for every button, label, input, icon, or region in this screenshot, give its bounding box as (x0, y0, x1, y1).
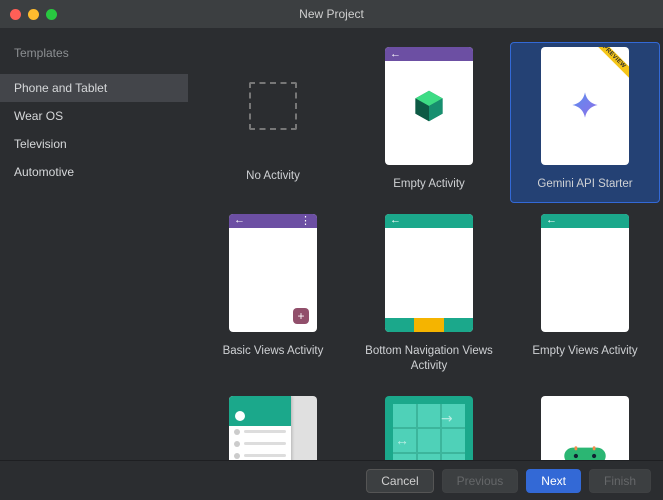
sidebar-item-phone-and-tablet[interactable]: Phone and Tablet (0, 74, 188, 102)
minimize-window-button[interactable] (28, 9, 39, 20)
cancel-button[interactable]: Cancel (366, 469, 433, 493)
sidebar-item-television[interactable]: Television (0, 130, 188, 158)
sidebar-item-label: Phone and Tablet (14, 81, 107, 95)
template-thumbnail: ↔ ↗ (385, 396, 473, 460)
close-window-button[interactable] (10, 9, 21, 20)
gemini-star-icon (571, 91, 599, 119)
app-bar-icon: ←⋮ (229, 214, 317, 228)
previous-button: Previous (442, 469, 519, 493)
sidebar-header: Templates (0, 38, 188, 74)
sidebar: Templates Phone and Tablet Wear OS Telev… (0, 28, 188, 460)
template-label: Empty Views Activity (515, 340, 655, 365)
app-bar-icon: ← (385, 47, 473, 61)
avatar-icon (235, 411, 245, 421)
back-arrow-icon: ← (546, 215, 556, 226)
template-thumbnail: PREVIEW (541, 47, 629, 165)
empty-placeholder-icon (249, 82, 297, 130)
template-game-activity[interactable] (510, 391, 660, 460)
template-thumbnail: ← (385, 47, 473, 165)
template-thumbnail: ← (541, 214, 629, 332)
template-thumbnail: ←⋮ + (229, 214, 317, 332)
wizard-footer: Cancel Previous Next Finish (0, 460, 663, 500)
template-label: Basic Views Activity (203, 340, 343, 365)
template-empty-views-activity[interactable]: ← Empty Views Activity (510, 209, 660, 385)
fab-icon: + (293, 308, 309, 324)
overflow-menu-icon: ⋮ (300, 214, 312, 227)
compose-cube-icon (412, 89, 446, 123)
window-title: New Project (0, 7, 663, 21)
sidebar-item-automotive[interactable]: Automotive (0, 158, 188, 186)
window-controls (0, 9, 57, 20)
sidebar-item-label: Wear OS (14, 109, 63, 123)
sidebar-item-label: Automotive (14, 165, 74, 179)
template-bottom-navigation-views-activity[interactable]: ← Bottom Navigation Views Activity (354, 209, 504, 385)
bottom-nav-icon (385, 318, 473, 332)
back-arrow-icon: ← (234, 215, 244, 226)
drawer-header-icon (229, 396, 291, 426)
template-thumbnail: ← (385, 214, 473, 332)
template-basic-views-activity[interactable]: ←⋮ + Basic Views Activity (198, 209, 348, 385)
next-button[interactable]: Next (526, 469, 581, 493)
sidebar-item-label: Television (14, 137, 67, 151)
template-thumbnail (203, 47, 343, 165)
preview-badge: PREVIEW (588, 47, 629, 83)
zoom-window-button[interactable] (46, 9, 57, 20)
app-bar-icon: ← (385, 214, 473, 228)
app-bar-icon: ← (541, 214, 629, 228)
back-arrow-icon: ← (390, 215, 400, 226)
responsive-grid-icon: ↔ ↗ (393, 404, 465, 460)
template-label: Bottom Navigation Views Activity (359, 340, 499, 380)
arrow-left-icon: ↔ (395, 432, 409, 448)
template-empty-activity[interactable]: ← Empty Activity (354, 42, 504, 203)
back-arrow-icon: ← (390, 49, 400, 60)
sidebar-item-wear-os[interactable]: Wear OS (0, 102, 188, 130)
titlebar: New Project (0, 0, 663, 28)
template-gallery: No Activity ← Empty Activity (188, 28, 663, 460)
template-gemini-api-starter[interactable]: PREVIEW Gemini API Starter (510, 42, 660, 203)
template-label: Empty Activity (359, 173, 499, 198)
template-thumbnail (229, 396, 317, 460)
template-no-activity[interactable]: No Activity (198, 42, 348, 203)
finish-button: Finish (589, 469, 651, 493)
template-responsive-views[interactable]: ↔ ↗ (354, 391, 504, 460)
game-controller-icon (563, 442, 607, 460)
template-label: Gemini API Starter (515, 173, 655, 198)
template-navigation-drawer[interactable] (198, 391, 348, 460)
template-label: No Activity (203, 165, 343, 190)
template-thumbnail (541, 396, 629, 460)
